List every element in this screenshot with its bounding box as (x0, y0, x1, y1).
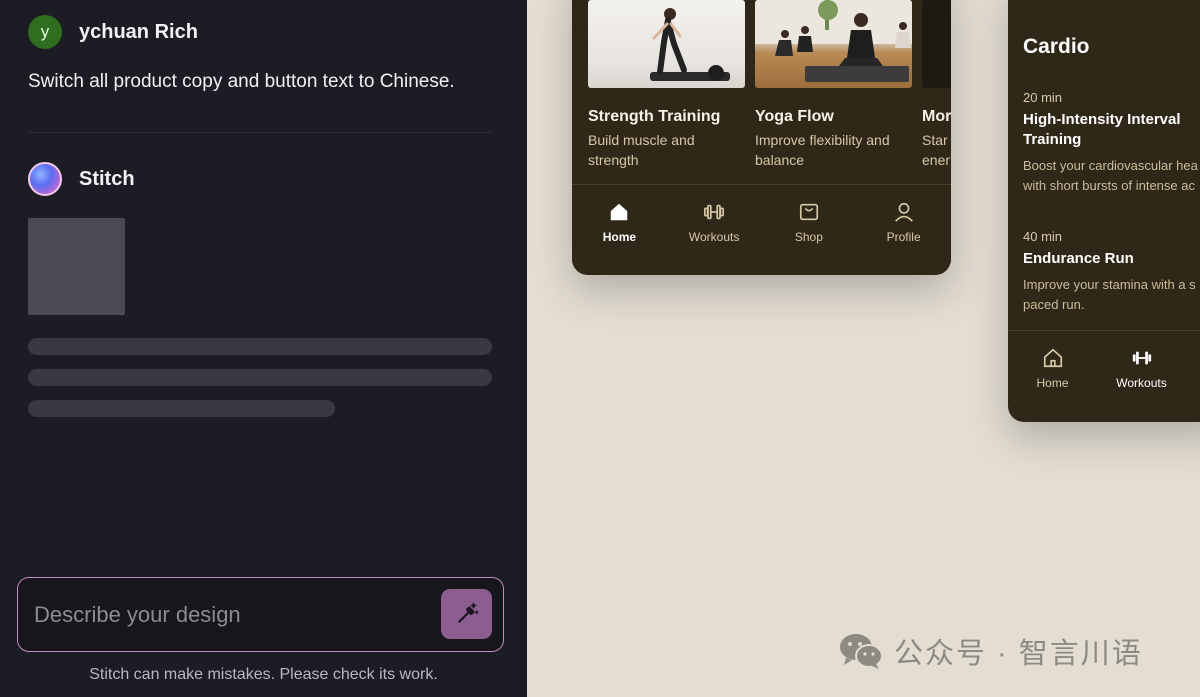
workout-title: Endurance Run (1023, 250, 1134, 267)
dumbbell-icon (704, 204, 725, 220)
home-icon (611, 203, 628, 221)
prompt-box (17, 577, 504, 652)
user-name: ychuan Rich (79, 20, 198, 43)
loading-skeleton-line (28, 400, 335, 417)
nav-label: Workouts (688, 230, 740, 244)
workout-description-line: Boost your cardiovascular hea (1023, 158, 1198, 173)
wechat-icon (840, 634, 883, 669)
bottom-navigation: Home Workouts (1008, 330, 1200, 422)
workout-title: High-Intensity Interval Training (1023, 111, 1181, 148)
workout-card[interactable]: Mor Star ener (922, 0, 951, 170)
workout-card-description: Build muscle and strength (588, 132, 695, 168)
workout-card-description: Improve flexibility and balance (755, 132, 890, 168)
workout-card-description: Star ener (922, 132, 951, 168)
workout-list-item[interactable]: 20 min High-Intensity Interval Training … (1023, 90, 1200, 196)
workout-duration: 20 min (1023, 90, 1063, 105)
chat-divider (28, 132, 492, 133)
user-message-header: y ychuan Rich (28, 15, 198, 49)
chat-panel: y ychuan Rich Switch all product copy an… (0, 0, 527, 697)
workout-card[interactable]: Strength Training Build muscle and stren… (588, 0, 745, 170)
nav-item-workouts[interactable]: Workouts (667, 185, 762, 275)
watermark: 公众号 · 智言川语 (838, 630, 1143, 672)
loading-thumbnail-placeholder (28, 218, 125, 315)
workout-card-image (922, 0, 951, 88)
workout-description-line: paced run. (1023, 297, 1085, 312)
nav-label: Profile (886, 230, 921, 244)
workout-card-title: Strength Training (588, 108, 721, 125)
shopping-bag-icon (799, 203, 818, 221)
workout-card-image (588, 0, 745, 88)
loading-skeleton-line (28, 369, 492, 386)
nav-item-home[interactable]: Home (572, 185, 667, 275)
phone-preview-workouts[interactable]: Cardio 20 min High-Intensity Interval Tr… (1008, 0, 1200, 422)
nav-item-profile[interactable]: Profile (856, 185, 951, 275)
workout-description: Boost your cardiovascular hea with short… (1023, 156, 1200, 196)
workout-card-title: Yoga Flow (755, 108, 834, 125)
nav-item-shop[interactable]: Shop (762, 185, 857, 275)
nav-label: Workouts (1116, 376, 1167, 390)
design-prompt-input[interactable] (34, 600, 434, 630)
assistant-message-header: Stitch (28, 162, 135, 196)
loading-skeleton-line (28, 338, 492, 355)
dumbbell-icon (1132, 351, 1151, 365)
nav-label: Home (1036, 376, 1069, 390)
workout-card-title: Mor (922, 108, 951, 125)
assistant-name: Stitch (79, 167, 135, 190)
user-message-text: Switch all product copy and button text … (28, 71, 455, 92)
generate-button[interactable] (441, 589, 492, 639)
home-icon (1043, 348, 1062, 368)
workout-description-line: Improve your stamina with a s (1023, 277, 1196, 292)
nav-label: Shop (794, 230, 823, 244)
workout-description-line: with short bursts of intense ac (1023, 178, 1195, 193)
assistant-avatar (28, 162, 62, 196)
workout-card-image (755, 0, 912, 88)
watermark-text: 公众号 · 智言川语 (894, 638, 1143, 670)
user-avatar: y (28, 15, 62, 49)
nav-item-home[interactable]: Home (1008, 331, 1097, 422)
workout-duration: 40 min (1023, 229, 1063, 244)
workout-list-item[interactable]: 40 min Endurance Run Improve your stamin… (1023, 229, 1200, 315)
bottom-navigation: Home Workouts Shop Profile (572, 184, 951, 275)
nav-label: Home (602, 230, 637, 244)
magic-wand-icon (457, 602, 479, 623)
phone-preview-home[interactable]: Strength Training Build muscle and stren… (572, 0, 951, 275)
disclaimer-text: Stitch can make mistakes. Please check i… (89, 666, 438, 683)
person-icon (894, 202, 913, 222)
workout-card[interactable]: Yoga Flow Improve flexibility and balanc… (755, 0, 912, 170)
nav-item-workouts[interactable]: Workouts (1097, 331, 1186, 422)
section-title: Cardio (1023, 35, 1090, 58)
workout-description: Improve your stamina with a s paced run. (1023, 275, 1200, 315)
